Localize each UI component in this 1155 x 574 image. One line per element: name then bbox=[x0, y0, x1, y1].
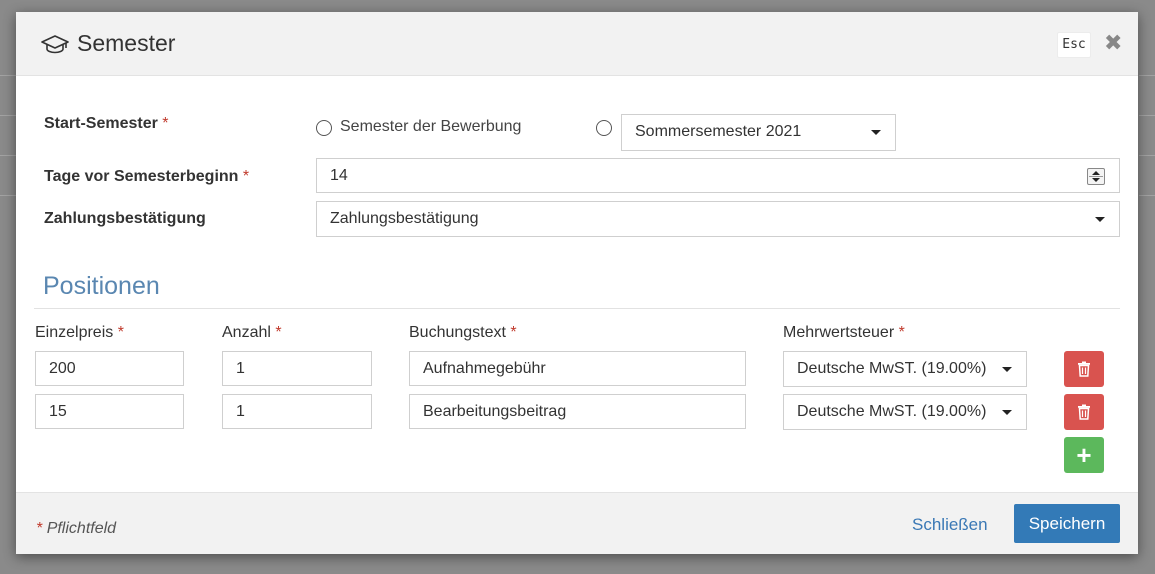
modal-title: Semester bbox=[41, 30, 175, 57]
trash-icon bbox=[1078, 404, 1090, 420]
column-header-text: Mehrwertsteuer bbox=[783, 324, 895, 341]
vat-select[interactable]: Deutsche MwST. (19.00%) bbox=[783, 394, 1027, 430]
semester-select[interactable]: Sommersemester 2021 bbox=[621, 114, 896, 151]
column-header-unit-price: Einzelpreis * bbox=[35, 324, 124, 342]
days-before-label: Tage vor Semesterbeginn * bbox=[44, 168, 249, 186]
close-icon[interactable]: ✖ bbox=[1104, 31, 1122, 55]
payment-confirmation-select[interactable]: Zahlungsbestätigung bbox=[316, 201, 1120, 237]
save-button[interactable]: Speichern bbox=[1014, 504, 1120, 543]
booking-text-input[interactable]: Bearbeitungsbeitrag bbox=[409, 394, 746, 429]
vat-select-value: Deutsche MwST. (19.00%) bbox=[797, 403, 987, 420]
section-divider bbox=[34, 308, 1120, 309]
backdrop-line bbox=[0, 115, 16, 116]
backdrop-line bbox=[0, 155, 16, 156]
start-semester-label: Start-Semester * bbox=[44, 115, 169, 133]
booking-text-input[interactable]: Aufnahmegebühr bbox=[409, 351, 746, 386]
modal-footer: * Pflichtfeld Schließen Speichern bbox=[16, 492, 1138, 554]
radio-semester-der-bewerbung[interactable] bbox=[316, 120, 332, 136]
column-header-text: Anzahl bbox=[222, 324, 271, 341]
delete-position-button[interactable] bbox=[1064, 351, 1104, 387]
required-field-note: * Pflichtfeld bbox=[36, 520, 116, 538]
stepper-down-icon[interactable] bbox=[1092, 178, 1100, 182]
unit-price-input[interactable]: 200 bbox=[35, 351, 184, 386]
stepper-up-icon[interactable] bbox=[1092, 171, 1100, 175]
chevron-down-icon bbox=[1095, 217, 1105, 222]
modal-header: Semester Esc ✖ bbox=[16, 12, 1138, 76]
days-before-input[interactable]: 14 bbox=[316, 158, 1120, 193]
semester-modal: Semester Esc ✖ Start-Semester * Semester… bbox=[16, 12, 1138, 554]
column-header-vat: Mehrwertsteuer * bbox=[783, 324, 905, 342]
add-position-button[interactable]: + bbox=[1064, 437, 1104, 473]
quantity-input[interactable]: 1 bbox=[222, 394, 372, 429]
payment-confirmation-label: Zahlungsbestätigung bbox=[44, 210, 206, 227]
radio-semester-der-bewerbung-label[interactable]: Semester der Bewerbung bbox=[340, 118, 521, 136]
required-mark: * bbox=[117, 324, 124, 341]
column-header-text: Einzelpreis bbox=[35, 324, 114, 341]
trash-icon bbox=[1078, 361, 1090, 377]
start-semester-label-text: Start-Semester bbox=[44, 115, 158, 132]
column-header-quantity: Anzahl * bbox=[222, 324, 282, 342]
chevron-down-icon bbox=[871, 130, 881, 135]
backdrop-line bbox=[1139, 195, 1155, 196]
payment-confirmation-value: Zahlungsbestätigung bbox=[330, 210, 479, 227]
chevron-down-icon bbox=[1002, 367, 1012, 372]
required-mark: * bbox=[898, 324, 905, 341]
required-note-text: Pflichtfeld bbox=[46, 520, 117, 537]
delete-position-button[interactable] bbox=[1064, 394, 1104, 430]
backdrop-line bbox=[0, 75, 16, 76]
plus-icon: + bbox=[1076, 440, 1092, 470]
backdrop-line bbox=[1139, 115, 1155, 116]
stepper-divider bbox=[1089, 176, 1103, 177]
backdrop-line bbox=[1139, 75, 1155, 76]
positions-title: Positionen bbox=[43, 272, 160, 300]
required-mark: * bbox=[242, 168, 250, 185]
graduation-cap-icon bbox=[41, 34, 69, 53]
quantity-input[interactable]: 1 bbox=[222, 351, 372, 386]
unit-price-input[interactable]: 15 bbox=[35, 394, 184, 429]
vat-select-value: Deutsche MwST. (19.00%) bbox=[797, 360, 987, 377]
required-mark: * bbox=[162, 115, 169, 132]
backdrop-line bbox=[1139, 155, 1155, 156]
esc-key-hint: Esc bbox=[1057, 32, 1091, 58]
modal-title-text: Semester bbox=[77, 30, 176, 56]
radio-semester-select[interactable] bbox=[596, 120, 612, 136]
close-button[interactable]: Schließen bbox=[912, 515, 988, 535]
vat-select[interactable]: Deutsche MwST. (19.00%) bbox=[783, 351, 1027, 387]
number-stepper[interactable] bbox=[1087, 168, 1105, 185]
required-mark: * bbox=[510, 324, 517, 341]
days-before-value: 14 bbox=[330, 167, 348, 184]
column-header-text: Buchungstext bbox=[409, 324, 506, 341]
backdrop-line bbox=[0, 195, 16, 196]
days-before-label-text: Tage vor Semesterbeginn bbox=[44, 168, 239, 185]
required-mark: * bbox=[36, 520, 43, 537]
column-header-booking-text: Buchungstext * bbox=[409, 324, 517, 342]
semester-select-value: Sommersemester 2021 bbox=[635, 123, 802, 140]
required-mark: * bbox=[275, 324, 282, 341]
chevron-down-icon bbox=[1002, 410, 1012, 415]
